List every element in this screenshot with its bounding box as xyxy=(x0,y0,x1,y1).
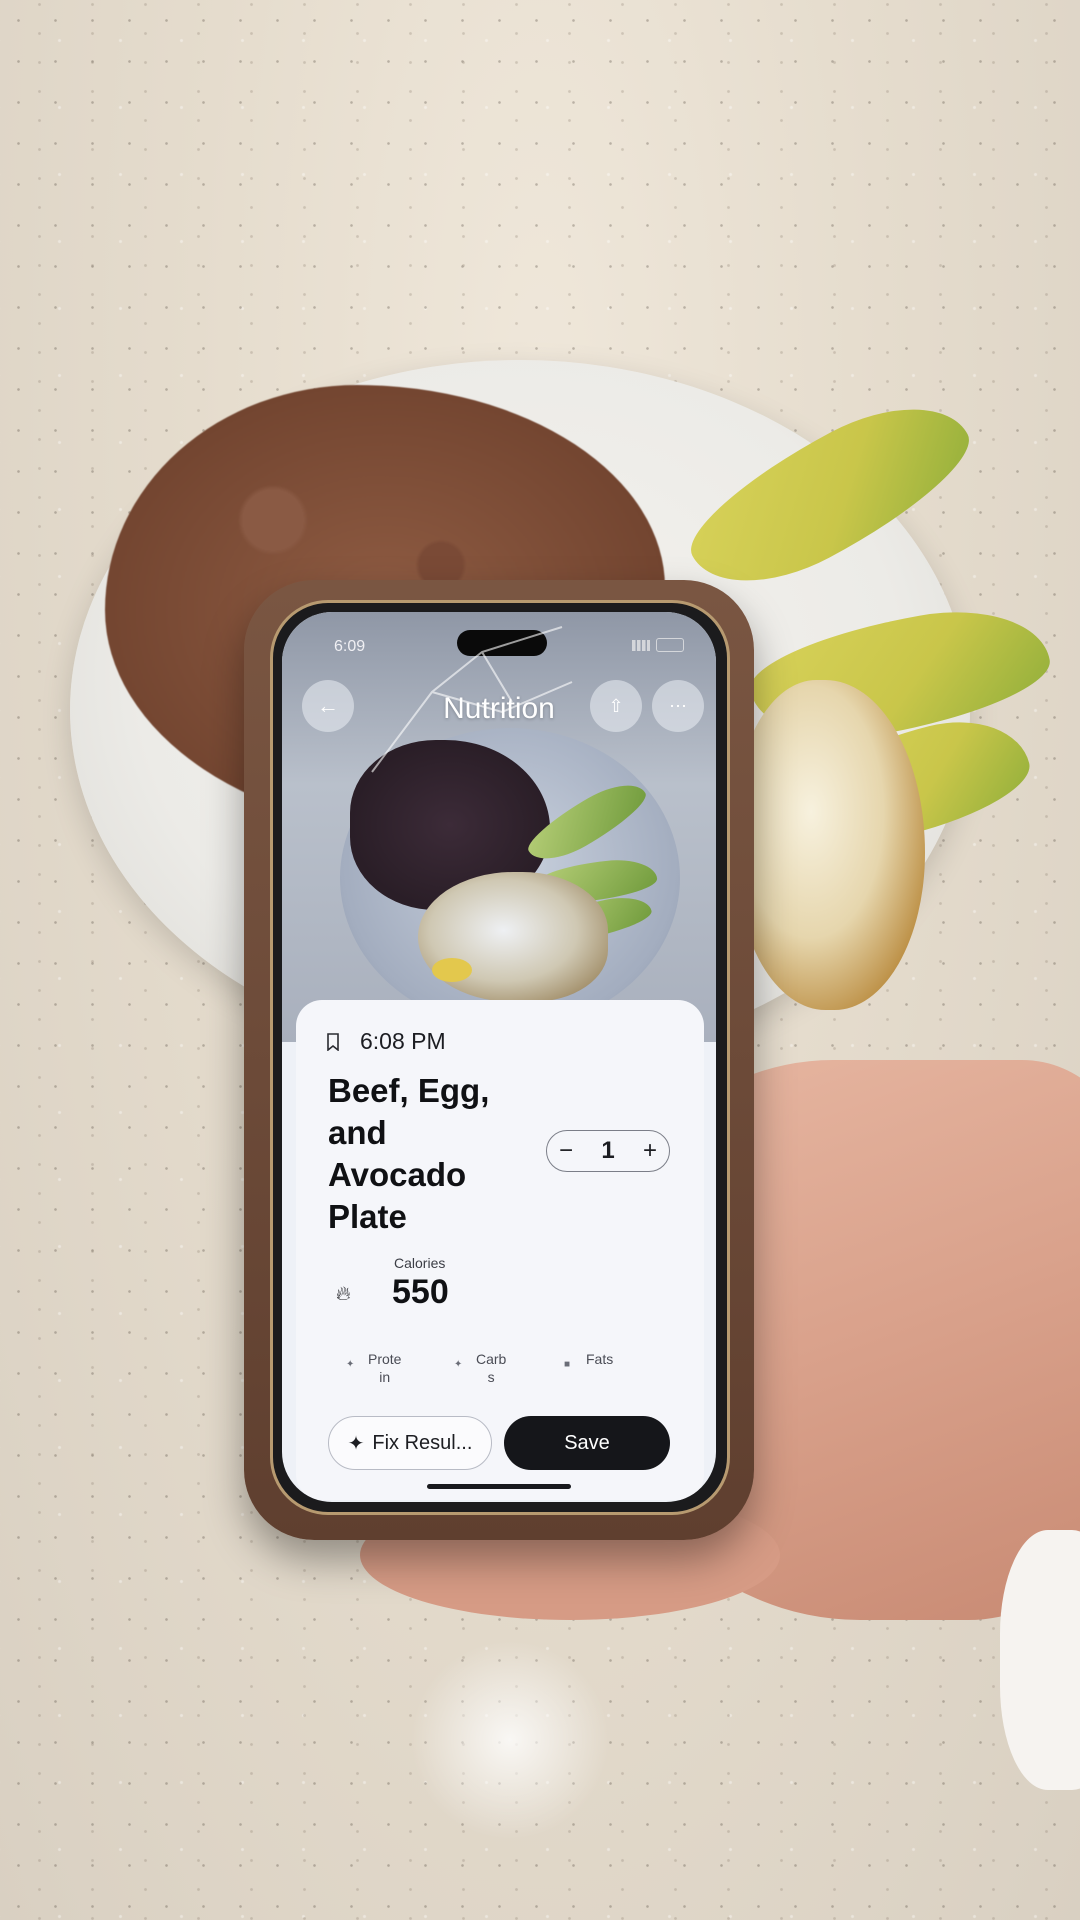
meal-photo xyxy=(282,612,716,1042)
macro-fats: ■ Fats xyxy=(564,1350,614,1370)
macro-label: Carb s xyxy=(476,1351,507,1385)
macro-label: Fats xyxy=(586,1351,614,1367)
status-time: 6:09 xyxy=(334,638,366,655)
share-icon: ⇧ xyxy=(608,695,624,716)
photo-egg xyxy=(418,872,608,1002)
decrement-button[interactable]: − xyxy=(559,1137,573,1165)
home-indicator[interactable] xyxy=(427,1484,571,1489)
sparkle-icon: ✦ xyxy=(347,1432,365,1455)
entry-time-row: 6:08 PM xyxy=(326,1028,446,1055)
macro-protein: ✦ Prote in xyxy=(346,1350,402,1386)
carbs-icon: ✦ xyxy=(454,1359,463,1370)
quantity-stepper: − 1 + xyxy=(546,1130,670,1172)
protein-icon: ✦ xyxy=(346,1359,355,1370)
battery-icon xyxy=(656,638,684,652)
dynamic-island xyxy=(457,630,547,656)
action-row: ✦ Fix Resul... Save xyxy=(328,1416,678,1472)
calories-label: Calories xyxy=(394,1255,446,1271)
page-title: Nutrition xyxy=(443,692,555,725)
bookmark-icon[interactable] xyxy=(326,1032,340,1051)
phone-screen: 6:09 ← Nutrition ⇧ ⋯ 6:08 PM Beef, Egg, … xyxy=(282,612,716,1502)
macro-label: Prote in xyxy=(368,1351,402,1385)
meal-title-line: Plate xyxy=(328,1198,407,1235)
nutrition-sheet: 6:08 PM Beef, Egg, and Avocado Plate − 1… xyxy=(296,1000,704,1500)
share-button[interactable]: ⇧ xyxy=(590,680,642,732)
calories-value: 550 xyxy=(392,1273,449,1311)
increment-button[interactable]: + xyxy=(643,1137,657,1165)
meal-title-line: and xyxy=(328,1114,387,1151)
macro-carbs: ✦ Carb s xyxy=(454,1350,507,1386)
fix-results-button[interactable]: ✦ Fix Resul... xyxy=(328,1416,492,1470)
flame-icon: 🔥︎ xyxy=(336,1283,351,1305)
more-button[interactable]: ⋯ xyxy=(652,680,704,732)
light-glare xyxy=(410,1640,610,1840)
photo-yolk xyxy=(432,958,472,982)
save-label: Save xyxy=(564,1431,610,1454)
entry-time: 6:08 PM xyxy=(360,1028,446,1054)
save-button[interactable]: Save xyxy=(504,1416,670,1470)
quantity-value: 1 xyxy=(601,1137,615,1164)
fix-results-label: Fix Resul... xyxy=(372,1431,473,1454)
meal-title: Beef, Egg, and Avocado Plate xyxy=(328,1070,528,1238)
more-icon: ⋯ xyxy=(669,695,687,716)
sweater-sleeve xyxy=(1000,1530,1080,1790)
signal-icon xyxy=(632,639,650,651)
status-icons xyxy=(632,638,684,652)
macro-row: ✦ Prote in ✦ Carb s ■ Fats xyxy=(336,1350,666,1390)
meal-title-line: Avocado xyxy=(328,1156,467,1193)
fats-icon: ■ xyxy=(564,1359,571,1370)
meal-title-line: Beef, Egg, xyxy=(328,1072,490,1109)
